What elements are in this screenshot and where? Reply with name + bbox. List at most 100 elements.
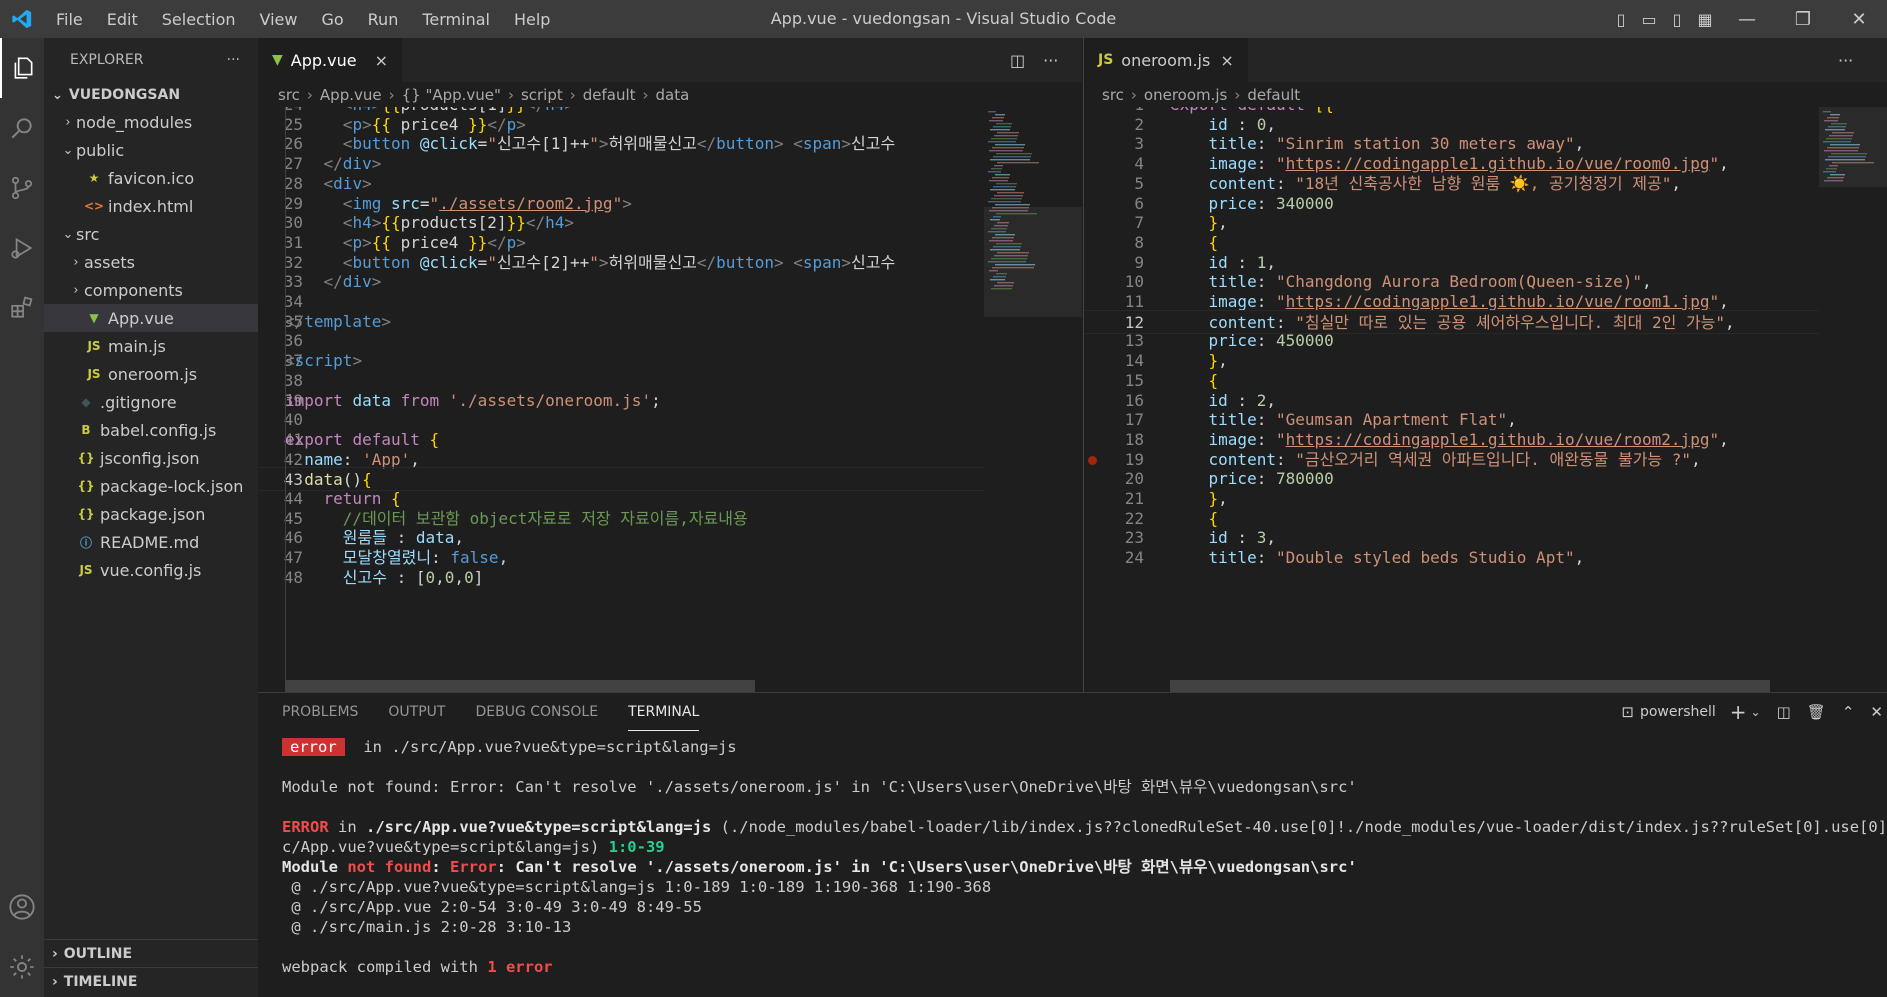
- chevron-down-icon[interactable]: ⌄: [1751, 705, 1761, 719]
- minimap-line: [996, 123, 1012, 125]
- tree-item-label: index.html: [108, 196, 194, 216]
- menu-terminal[interactable]: Terminal: [410, 10, 502, 29]
- menu-file[interactable]: File: [44, 10, 95, 29]
- tree-item-label: package-lock.json: [100, 476, 244, 496]
- breadcrumb-item[interactable]: App.vue: [320, 86, 382, 104]
- tree-item-app-vue[interactable]: ▼ App.vue: [44, 304, 258, 332]
- toggle-secondary-sidebar-icon[interactable]: ▯: [1663, 0, 1691, 38]
- vue-file-icon: ▼: [272, 52, 283, 68]
- left-minimap[interactable]: [984, 107, 1082, 692]
- breadcrumb-item[interactable]: data: [656, 86, 690, 104]
- close-panel-icon[interactable]: ✕: [1870, 703, 1883, 721]
- tree-item-jsconfig-json[interactable]: {} jsconfig.json: [44, 444, 258, 472]
- more-actions-icon[interactable]: ···: [1838, 51, 1853, 70]
- outline-section[interactable]: › OUTLINE: [44, 939, 258, 967]
- minimap-line: [1827, 177, 1844, 179]
- breadcrumb-item[interactable]: oneroom.js: [1144, 86, 1227, 104]
- breadcrumb-item[interactable]: script: [521, 86, 563, 104]
- split-terminal-icon[interactable]: ◫: [1777, 703, 1791, 721]
- timeline-section[interactable]: › TIMELINE: [44, 967, 258, 995]
- minimap-line: [991, 228, 1007, 230]
- terminal-shell-label[interactable]: powershell: [1640, 704, 1716, 720]
- tree-item-gitignore[interactable]: ◆ .gitignore: [44, 388, 258, 416]
- tree-item-index-html[interactable]: <> index.html: [44, 192, 258, 220]
- kill-terminal-icon[interactable]: 🗑: [1807, 703, 1826, 721]
- account-icon[interactable]: [0, 877, 44, 937]
- close-window-button[interactable]: ✕: [1831, 0, 1887, 38]
- tree-item-babel-config-js[interactable]: Bbabel.config.js: [44, 416, 258, 444]
- tab-label: App.vue: [290, 50, 357, 70]
- horizontal-scrollbar[interactable]: [1170, 680, 1770, 692]
- terminal-line: Module not found: Error: Can't resolve '…: [282, 858, 1357, 876]
- file-type-icon: ▼: [89, 311, 99, 325]
- tree-item-components[interactable]: › components: [44, 276, 258, 304]
- breadcrumb-item[interactable]: src: [1102, 86, 1124, 104]
- breakpoint-icon[interactable]: [1088, 455, 1097, 465]
- close-tab-icon[interactable]: ×: [375, 51, 388, 70]
- menu-selection[interactable]: Selection: [150, 10, 248, 29]
- terminal-line: error in ./src/App.vue?vue&type=script&l…: [282, 737, 1877, 757]
- tree-item-oneroom-js[interactable]: JS oneroom.js: [44, 360, 258, 388]
- restore-button[interactable]: ❐: [1775, 0, 1831, 38]
- maximize-panel-icon[interactable]: ⌃: [1842, 703, 1855, 721]
- more-actions-icon[interactable]: ···: [1043, 51, 1058, 70]
- tree-item-assets[interactable]: › assets: [44, 248, 258, 276]
- breadcrumb-item[interactable]: {} "App.vue": [402, 86, 501, 104]
- tree-item-package-lock-json[interactable]: {} package-lock.json: [44, 472, 258, 500]
- menu-edit[interactable]: Edit: [95, 10, 150, 29]
- right-minimap[interactable]: [1819, 107, 1887, 692]
- run-debug-icon[interactable]: [0, 218, 44, 278]
- tree-item-label: babel.config.js: [100, 420, 217, 440]
- menu-view[interactable]: View: [248, 10, 310, 29]
- close-tab-icon[interactable]: ×: [1220, 51, 1233, 70]
- tree-item-src[interactable]: ⌄ src: [44, 220, 258, 248]
- minimize-button[interactable]: —: [1719, 0, 1775, 38]
- extensions-icon[interactable]: [0, 278, 44, 338]
- tab-oneroom-js[interactable]: JS oneroom.js ×: [1084, 38, 1249, 82]
- editor-group-divider[interactable]: [1083, 38, 1084, 692]
- horizontal-scrollbar[interactable]: [285, 680, 755, 692]
- tree-item-label: components: [84, 280, 183, 300]
- chevron-right-icon: ›: [52, 945, 58, 962]
- tree-item-vue-config-js[interactable]: JS vue.config.js: [44, 556, 258, 584]
- panel-tab-problems[interactable]: PROBLEMS: [282, 693, 358, 731]
- source-control-icon[interactable]: [0, 158, 44, 218]
- right-code-editor[interactable]: 1export default [{2 id : 0,3 title: "Sin…: [1084, 107, 1819, 692]
- manage-gear-icon[interactable]: [0, 937, 44, 997]
- tree-item-readme-md[interactable]: ⓘ README.md: [44, 528, 258, 556]
- breadcrumb-item[interactable]: default: [583, 86, 636, 104]
- tree-item-label: node_modules: [76, 112, 193, 132]
- explorer-more-icon[interactable]: ···: [227, 52, 240, 68]
- menu-run[interactable]: Run: [356, 10, 411, 29]
- breadcrumb-item[interactable]: src: [278, 86, 300, 104]
- new-terminal-icon[interactable]: +: [1730, 700, 1747, 724]
- toggle-sidebar-icon[interactable]: ▯: [1607, 0, 1635, 38]
- customize-layout-icon[interactable]: ▦: [1691, 0, 1719, 38]
- workspace-root-folder[interactable]: ⌄ VUEDONGSAN: [44, 82, 258, 108]
- split-editor-icon[interactable]: ◫: [1010, 51, 1025, 70]
- tree-item-main-js[interactable]: JS main.js: [44, 332, 258, 360]
- search-icon[interactable]: [0, 98, 44, 158]
- tree-item-node-modules[interactable]: › node_modules: [44, 108, 258, 136]
- toggle-panel-icon[interactable]: ▭: [1635, 0, 1663, 38]
- tab-app-vue[interactable]: ▼ App.vue ×: [258, 38, 403, 82]
- panel-tab-debug-console[interactable]: DEBUG CONSOLE: [475, 693, 598, 731]
- left-code-editor[interactable]: 24 <h4>{{products[1]}}</h4>25 <p>{{ pric…: [258, 107, 984, 692]
- panel-tab-output[interactable]: OUTPUT: [388, 693, 445, 731]
- terminal-output[interactable]: error in ./src/App.vue?vue&type=script&l…: [282, 737, 1887, 977]
- panel-tab-terminal[interactable]: TERMINAL: [628, 693, 700, 731]
- tree-item-public[interactable]: ⌄ public: [44, 136, 258, 164]
- minimap-line: [994, 225, 1008, 227]
- minimap-line: [991, 258, 1027, 260]
- breadcrumb-item[interactable]: default: [1247, 86, 1300, 104]
- menu-go[interactable]: Go: [309, 10, 355, 29]
- minimap-line: [996, 183, 1017, 185]
- right-breadcrumb: src › oneroom.js › default: [1102, 83, 1300, 107]
- minimap-line: [992, 177, 1009, 179]
- tree-item-package-json[interactable]: {} package.json: [44, 500, 258, 528]
- tree-item-favicon-ico[interactable]: ★ favicon.ico: [44, 164, 258, 192]
- explorer-icon[interactable]: [0, 38, 44, 98]
- menu-help[interactable]: Help: [502, 10, 562, 29]
- minimap-line: [995, 174, 1010, 176]
